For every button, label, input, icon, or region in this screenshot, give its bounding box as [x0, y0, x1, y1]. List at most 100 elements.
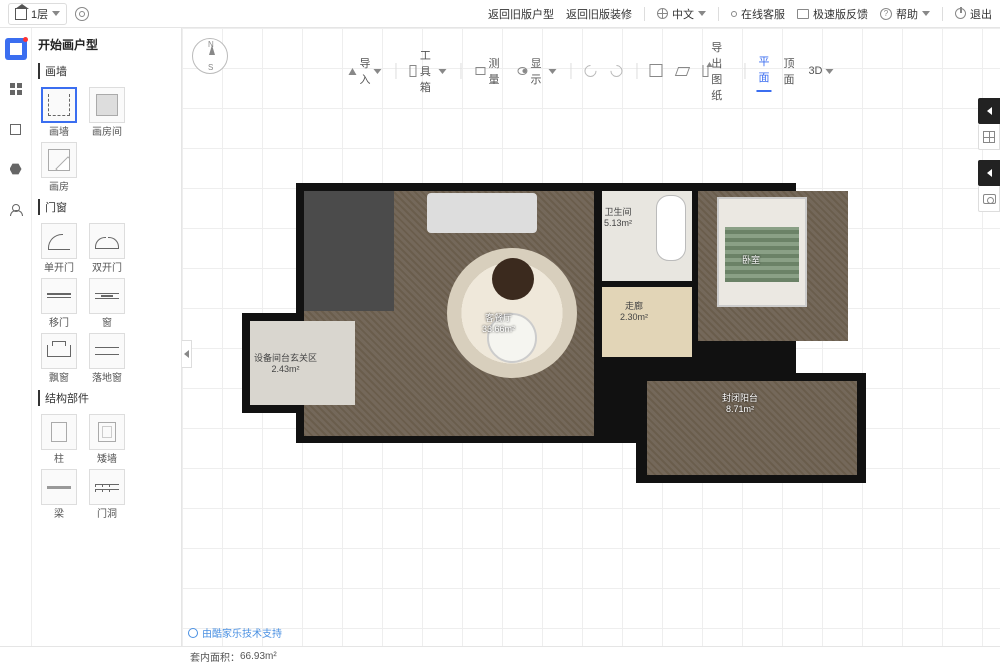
- redo-button[interactable]: [609, 62, 625, 80]
- import-menu[interactable]: 导入: [346, 52, 383, 90]
- expand-right-panel[interactable]: [978, 98, 1000, 124]
- tool-sliding-door[interactable]: 移门: [38, 278, 80, 329]
- tool-draw-wall[interactable]: 画墙: [38, 87, 80, 138]
- notification-dot-icon: [23, 37, 28, 42]
- component-panel: 开始画户型 画墙 画墙 画房间 画房 门窗 单开门 双开门 移门 窗 飘窗 落地…: [32, 28, 182, 646]
- tool-draw-room[interactable]: 画房间: [86, 87, 128, 138]
- display-menu[interactable]: 显示: [515, 52, 558, 90]
- label-hall: 走廊2.30m²: [620, 299, 648, 322]
- tool-double-door[interactable]: 双开门: [86, 223, 128, 274]
- power-icon: [955, 8, 966, 19]
- furniture-bathtub[interactable]: [656, 195, 686, 261]
- toolbox-icon: [410, 65, 417, 77]
- tool-draw-freeroom[interactable]: 画房: [38, 142, 80, 193]
- tab-3d[interactable]: 3D: [806, 62, 835, 80]
- camera-button[interactable]: [978, 186, 1000, 212]
- rail-modules[interactable]: [5, 78, 27, 100]
- eraser-icon: [675, 67, 690, 76]
- floor-selector[interactable]: 1层: [8, 3, 67, 25]
- chevron-down-icon: [548, 69, 556, 74]
- floorplan-canvas[interactable]: N S 导入 工具箱 测量 显示 导出图纸 平面 顶面 3D: [182, 28, 1000, 646]
- brand-ring-icon: [188, 628, 198, 638]
- copy-button[interactable]: [649, 63, 664, 80]
- toolbox-menu[interactable]: 工具箱: [408, 44, 449, 98]
- copy-icon: [651, 66, 662, 77]
- tool-single-door[interactable]: 单开门: [38, 223, 80, 274]
- furniture-sofa[interactable]: [427, 193, 537, 233]
- expand-right-panel-2[interactable]: [978, 160, 1000, 186]
- eye-icon: [517, 67, 527, 75]
- rail-floorplan[interactable]: [5, 38, 27, 60]
- area-value: 66.93m²: [240, 651, 277, 662]
- furniture-coffee-table[interactable]: [492, 258, 534, 300]
- erase-button[interactable]: [674, 64, 690, 79]
- room-hallway[interactable]: [602, 287, 692, 357]
- compass[interactable]: N S: [192, 38, 228, 74]
- app-header: 1层 返回旧版户型 返回旧版装修 中文 在线客服 极速版反馈 ? 帮助: [0, 0, 1000, 28]
- camera-icon: [983, 194, 996, 204]
- label-balcony: 封闭阳台8.71m²: [722, 391, 758, 414]
- label-bed: 卧室: [742, 253, 760, 266]
- redo-icon: [608, 63, 625, 80]
- import-icon: [348, 68, 356, 75]
- globe-icon: [657, 8, 668, 19]
- ruler-icon: [475, 67, 485, 75]
- chevron-down-icon: [698, 11, 706, 16]
- feedback-link[interactable]: 极速版反馈: [797, 6, 868, 22]
- arrow-left-icon: [987, 107, 992, 115]
- room-kitchen[interactable]: [304, 191, 394, 311]
- credits-badge[interactable]: 由酷家乐技术支持: [182, 621, 288, 644]
- help-icon: ?: [880, 8, 892, 20]
- panel-title: 开始画户型: [38, 36, 175, 53]
- help-menu[interactable]: ? 帮助: [880, 6, 930, 22]
- feedback-icon: [797, 9, 809, 19]
- tool-beam[interactable]: 梁: [38, 469, 80, 520]
- panel-collapse-handle[interactable]: [182, 340, 192, 368]
- tool-column[interactable]: 柱: [38, 414, 80, 465]
- section-wall-header: 画墙: [38, 63, 175, 79]
- floor-label: 1层: [31, 6, 48, 22]
- rail-3d[interactable]: [5, 118, 27, 140]
- compass-n: N: [208, 40, 214, 49]
- status-bar: 套内面积： 66.93m²: [0, 646, 1000, 666]
- export-drawing-button[interactable]: 导出图纸: [700, 36, 732, 106]
- chevron-down-icon: [922, 11, 930, 16]
- right-float-tools: [978, 98, 1000, 212]
- tool-short-wall[interactable]: 矮墙: [86, 414, 128, 465]
- measure-button[interactable]: 测量: [473, 52, 505, 90]
- tool-doorway[interactable]: 门洞: [86, 469, 128, 520]
- language-selector[interactable]: 中文: [657, 6, 706, 22]
- home-icon: [15, 8, 27, 20]
- left-rail: [0, 28, 32, 666]
- chevron-down-icon: [439, 69, 447, 74]
- section-door-header: 门窗: [38, 199, 175, 215]
- grid-icon: [983, 131, 995, 143]
- compass-s: S: [208, 63, 213, 72]
- rail-user[interactable]: [5, 198, 27, 220]
- tool-floor-window[interactable]: 落地窗: [86, 333, 128, 384]
- area-label: 套内面积：: [190, 649, 240, 664]
- export-icon: [702, 65, 708, 77]
- exit-button[interactable]: 退出: [955, 6, 992, 22]
- tool-window[interactable]: 窗: [86, 278, 128, 329]
- old-decor-link[interactable]: 返回旧版装修: [566, 6, 632, 22]
- tab-ceiling[interactable]: 顶面: [781, 52, 796, 90]
- old-layout-link[interactable]: 返回旧版户型: [488, 6, 554, 22]
- grid-toggle[interactable]: [978, 124, 1000, 150]
- arrow-left-icon: [987, 169, 992, 177]
- rail-materials[interactable]: [5, 158, 27, 180]
- online-service-link[interactable]: 在线客服: [731, 6, 785, 22]
- tool-bay-window[interactable]: 飘窗: [38, 333, 80, 384]
- chevron-down-icon: [52, 11, 60, 16]
- settings-button[interactable]: [75, 7, 89, 21]
- section-struct-header: 结构部件: [38, 390, 175, 406]
- floorplan-drawing[interactable]: 客餐厅33.66m² 卫生间5.13m² 走廊2.30m² 卧室 封闭阳台8.7…: [242, 173, 842, 483]
- furniture-bed[interactable]: [717, 197, 807, 307]
- canvas-toolbar: 导入 工具箱 测量 显示 导出图纸 平面 顶面 3D: [346, 36, 835, 106]
- undo-button[interactable]: [583, 62, 599, 80]
- chevron-down-icon: [373, 69, 381, 74]
- tab-plan[interactable]: 平面: [756, 50, 771, 92]
- undo-icon: [582, 63, 599, 80]
- headset-icon: [731, 11, 737, 17]
- label-entry: 设备间台玄关区2.43m²: [254, 351, 317, 374]
